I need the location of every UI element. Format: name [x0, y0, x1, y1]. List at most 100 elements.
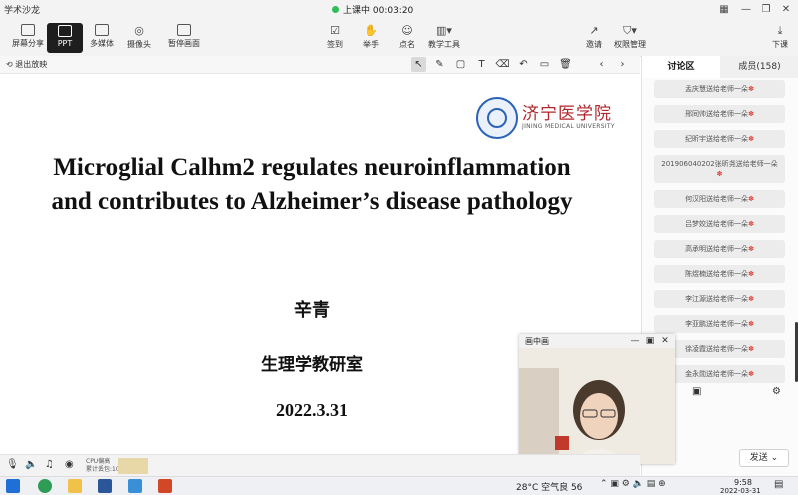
undo-icon[interactable]: ↶ — [516, 57, 531, 72]
list-item: 高承明送给老师一朵✽ — [654, 240, 785, 258]
speaker-icon[interactable]: 🔈 — [25, 459, 37, 470]
end-class-button[interactable]: ⤓ 下课 — [772, 24, 788, 50]
music-icon[interactable]: ♫ — [45, 459, 54, 470]
next-slide-icon[interactable]: › — [615, 57, 630, 72]
main-toolbar: 屏幕分享 PPT 多媒体 ◎ 摄像头 暂停画面 ☑ 签到 ✋ 举手 ☺ 点名 ▥… — [0, 20, 798, 57]
message-text: 纪昕宇送给老师一朵 — [685, 135, 749, 143]
camera-status-icon[interactable]: ◉ — [65, 459, 74, 470]
exit-presentation-button[interactable]: ⟲ 退出放映 — [6, 59, 47, 70]
packet-loss: 累计丢包:10 — [86, 466, 120, 473]
exit-presentation-label: 退出放映 — [15, 60, 48, 69]
notification-icon[interactable]: ▤ — [774, 479, 783, 490]
media-button[interactable]: 多媒体 — [90, 24, 114, 49]
pip-close-button[interactable]: ✕ — [659, 335, 671, 347]
logo-chinese-name: 济宁医学院 — [522, 104, 612, 124]
list-item: 孟庆慧送给老师一朵✽ — [654, 80, 785, 98]
tab-discussion[interactable]: 讨论区 — [642, 56, 720, 78]
class-status: 上课中 00:03:20 — [332, 3, 413, 16]
word-icon[interactable] — [98, 479, 112, 493]
raise-hand-button[interactable]: ✋ 举手 — [363, 24, 379, 50]
chevron-down-icon: ⌄ — [770, 453, 779, 463]
flower-icon: ✽ — [748, 320, 754, 328]
live-indicator-icon — [332, 6, 339, 13]
pip-title: 画中画 — [525, 337, 549, 346]
classroom-app-icon[interactable] — [128, 479, 142, 493]
tab-members[interactable]: 成员(158) — [720, 56, 798, 78]
sign-in-button[interactable]: ☑ 签到 — [327, 24, 343, 50]
invite-button[interactable]: ↗ 邀请 — [586, 24, 602, 50]
flower-icon: ✽ — [748, 295, 754, 303]
powerpoint-icon[interactable] — [158, 479, 172, 493]
university-logo: 济宁医学院 JINING MEDICAL UNIVERSITY — [476, 97, 626, 139]
flower-icon: ✽ — [716, 170, 723, 178]
pause-screen-button[interactable]: 暂停画面 — [168, 24, 200, 49]
list-item: 纪昕宇送给老师一朵✽ — [654, 130, 785, 148]
camera-icon: ◎ — [134, 24, 144, 37]
list-item: 邢同帅送给老师一朵✽ — [654, 105, 785, 123]
weather-widget[interactable]: 28°C 空气良 56 — [516, 480, 582, 493]
camera-label: 摄像头 — [127, 40, 151, 49]
permissions-label: 权限管理 — [614, 40, 646, 49]
list-item: 李江源送给老师一朵✽ — [654, 290, 785, 308]
system-tray-icons[interactable]: ⌃ ▣ ⚙ 🔈 ▤ ⊕ — [600, 479, 666, 489]
message-text: 李亚鹏送给老师一朵 — [685, 320, 749, 328]
microphone-icon[interactable]: 🎙 — [6, 459, 19, 470]
permissions-button[interactable]: ⛉▾ 权限管理 — [614, 24, 646, 50]
pip-minimize-button[interactable]: — — [629, 335, 641, 347]
teaching-tools-label: 教学工具 — [428, 40, 460, 49]
text-icon[interactable]: T — [474, 57, 489, 72]
send-button[interactable]: 发送 ⌄ — [739, 449, 789, 467]
windows-taskbar: 28°C 空气良 56 ⌃ ▣ ⚙ 🔈 ▤ ⊕ 9:58 2022-03-31 … — [0, 476, 798, 495]
restore-button[interactable]: ❐ — [758, 2, 774, 18]
roll-call-button[interactable]: ☺ 点名 — [399, 24, 415, 50]
message-text: 李江源送给老师一朵 — [685, 295, 749, 303]
message-text: 邢同帅送给老师一朵 — [685, 110, 749, 118]
roll-call-label: 点名 — [399, 40, 415, 49]
clock-time[interactable]: 9:58 — [734, 478, 752, 487]
close-button[interactable]: ✕ — [778, 2, 794, 18]
message-text: 何汉阳送给老师一朵 — [685, 195, 749, 203]
logo-english-name: JINING MEDICAL UNIVERSITY — [522, 123, 615, 130]
university-seal-icon — [476, 97, 518, 139]
rectangle-icon[interactable]: ▢ — [453, 57, 468, 72]
flower-icon: ✽ — [748, 220, 754, 228]
windows-start-icon[interactable] — [6, 479, 20, 493]
flower-icon: ✽ — [748, 195, 754, 203]
sign-in-label: 签到 — [327, 40, 343, 49]
app-title: 学术沙龙 — [4, 6, 41, 16]
slide-title-line-1: Microglial Calhm2 regulates neuroinflamm… — [53, 154, 571, 181]
camera-button[interactable]: ◎ 摄像头 — [127, 24, 151, 50]
flower-icon: ✽ — [748, 85, 754, 93]
flower-icon: ✽ — [748, 270, 754, 278]
raise-hand-label: 举手 — [363, 40, 379, 49]
list-item: 201906040202张昕尧送给老师一朵 ✽ — [654, 155, 785, 183]
teaching-tools-button[interactable]: ▥▾ 教学工具 — [428, 24, 460, 50]
pen-icon[interactable]: ✎ — [432, 57, 447, 72]
settings-icon[interactable]: ⚙ — [772, 386, 781, 397]
minimize-button[interactable]: — — [738, 2, 754, 18]
cpu-status: CPU偏高 累计丢包:10 — [86, 458, 120, 474]
message-text: 吕梦姣送给老师一朵 — [685, 220, 749, 228]
file-explorer-icon[interactable] — [68, 479, 82, 493]
pip-restore-button[interactable]: ▣ — [644, 335, 656, 347]
eraser-icon[interactable]: ⌫ — [495, 57, 510, 72]
download-icon: ⤓ — [777, 24, 783, 37]
grid-icon[interactable]: ▦ — [716, 2, 732, 18]
prev-slide-icon[interactable]: ‹ — [594, 57, 609, 72]
cpu-graph — [118, 458, 148, 474]
edge-browser-icon[interactable] — [38, 479, 52, 493]
flower-icon: ✽ — [748, 135, 754, 143]
ppt-button[interactable]: PPT — [47, 23, 83, 53]
flower-icon: ✽ — [748, 345, 754, 353]
list-item: 李亚鹏送给老师一朵✽ — [654, 315, 785, 333]
pointer-icon[interactable]: ↖ — [411, 57, 426, 72]
slide-title-line-2: and contributes to Alzheimer’s disease p… — [51, 188, 573, 215]
screen-share-button[interactable]: 屏幕分享 — [12, 24, 44, 49]
ppt-label: PPT — [57, 39, 73, 48]
image-icon[interactable]: ▣ — [692, 386, 701, 397]
picture-in-picture-window[interactable]: 画中画 — ▣ ✕ — [519, 334, 675, 464]
whiteboard-icon[interactable]: ▭ — [537, 57, 552, 72]
camera-feed — [519, 348, 675, 464]
send-label: 发送 — [749, 453, 768, 463]
trash-icon[interactable]: 🗑 — [558, 57, 573, 72]
